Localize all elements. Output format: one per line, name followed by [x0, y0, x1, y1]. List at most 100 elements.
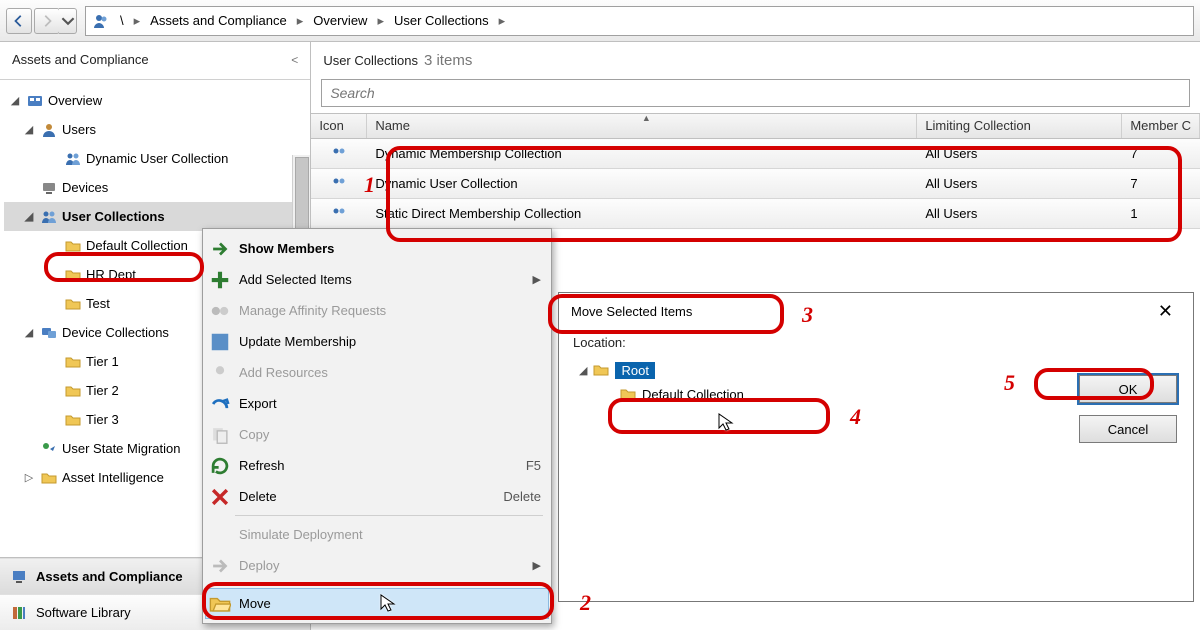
tree-users[interactable]: ◢Users — [4, 115, 310, 144]
nav-label: Software Library — [36, 605, 131, 620]
plus-icon — [209, 269, 231, 291]
sort-asc-icon: ▲ — [642, 114, 651, 123]
col-member[interactable]: Member C — [1122, 114, 1200, 138]
cell-member: 1 — [1122, 206, 1200, 221]
cell-limit: All Users — [917, 206, 1122, 221]
export-icon — [209, 393, 231, 415]
cursor-icon — [379, 593, 399, 613]
ctx-simulate[interactable]: Simulate Deployment — [205, 519, 549, 550]
col-name[interactable]: Name▲ — [367, 114, 917, 138]
close-button[interactable]: ✕ — [1150, 299, 1181, 324]
delete-icon — [209, 486, 231, 508]
copy-icon — [209, 424, 231, 446]
ctx-deploy[interactable]: Deploy▶ — [205, 550, 549, 581]
toolbar: \ ▸ Assets and Compliance ▸ Overview ▸ U… — [0, 0, 1200, 42]
col-limit[interactable]: Limiting Collection — [917, 114, 1122, 138]
ctx-move[interactable]: Move — [205, 588, 549, 619]
device-icon — [40, 179, 58, 197]
col-icon[interactable]: Icon — [311, 114, 367, 138]
search-box — [321, 79, 1190, 107]
annotation-number: 3 — [802, 302, 813, 328]
annotation-number: 4 — [850, 404, 861, 430]
folder-icon — [64, 353, 82, 371]
ctx-refresh[interactable]: RefreshF5 — [205, 450, 549, 481]
folder-icon — [64, 411, 82, 429]
shortcut-key: F5 — [526, 458, 541, 473]
tree-item-label: Default Collection — [642, 387, 744, 402]
ctx-update-membership[interactable]: Update Membership — [205, 326, 549, 357]
devices-icon — [40, 324, 58, 342]
users-icon — [64, 150, 82, 168]
folder-icon — [64, 266, 82, 284]
grid-header: Icon Name▲ Limiting Collection Member C — [311, 113, 1200, 139]
folder-icon — [64, 237, 82, 255]
table-row[interactable]: Dynamic Membership Collection All Users … — [311, 139, 1200, 169]
chevron-right-icon: ▸ — [499, 13, 506, 29]
table-row[interactable]: Dynamic User Collection All Users 7 — [311, 169, 1200, 199]
cancel-button[interactable]: Cancel — [1079, 415, 1177, 443]
content-title-text: User Collections — [323, 53, 418, 68]
ctx-add-resources[interactable]: Add Resources — [205, 357, 549, 388]
tree-devices[interactable]: Devices — [4, 173, 310, 202]
cell-name: Static Direct Membership Collection — [367, 206, 917, 221]
user-icon — [40, 121, 58, 139]
ok-button[interactable]: OK — [1079, 375, 1177, 403]
breadcrumb[interactable]: \ ▸ Assets and Compliance ▸ Overview ▸ U… — [85, 6, 1194, 36]
submenu-arrow-icon: ▶ — [533, 273, 541, 286]
affinity-icon — [209, 300, 231, 322]
separator — [235, 584, 543, 585]
nav-label: Assets and Compliance — [36, 569, 183, 584]
users-icon — [330, 175, 348, 193]
back-button[interactable] — [6, 8, 32, 34]
folder-icon — [619, 385, 637, 403]
update-icon — [209, 331, 231, 353]
ctx-delete[interactable]: DeleteDelete — [205, 481, 549, 512]
deploy-icon — [209, 555, 231, 577]
forward-button[interactable] — [34, 8, 60, 34]
breadcrumb-item[interactable]: Overview — [307, 9, 373, 32]
table-row[interactable]: Static Direct Membership Collection All … — [311, 199, 1200, 229]
dialog-title: Move Selected Items — [571, 304, 692, 319]
users-icon — [330, 205, 348, 223]
move-dialog: Move Selected Items ✕ Location: ◢ Root D… — [558, 292, 1194, 602]
chevron-right-icon: ▸ — [297, 13, 304, 29]
users-icon — [40, 208, 58, 226]
chevron-right-icon: ▸ — [134, 13, 141, 29]
location-label: Location: — [573, 335, 1179, 350]
submenu-arrow-icon: ▶ — [533, 559, 541, 572]
cell-member: 7 — [1122, 146, 1200, 161]
collapse-icon[interactable]: < — [291, 53, 298, 67]
ctx-affinity[interactable]: Manage Affinity Requests — [205, 295, 549, 326]
users-icon — [92, 12, 110, 30]
panel-title: Assets and Compliance < — [0, 42, 310, 80]
grid-body: Dynamic Membership Collection All Users … — [311, 139, 1200, 229]
context-menu: Show Members Add Selected Items▶ Manage … — [202, 228, 552, 624]
folder-icon — [64, 295, 82, 313]
search-input[interactable] — [321, 79, 1190, 107]
folder-icon — [40, 469, 58, 487]
ctx-add-selected[interactable]: Add Selected Items▶ — [205, 264, 549, 295]
content-title: User Collections 3 items — [311, 42, 1200, 75]
tree-dynamic-user-collection[interactable]: Dynamic User Collection — [4, 144, 310, 173]
cell-name: Dynamic Membership Collection — [367, 146, 917, 161]
annotation-number: 5 — [1004, 370, 1015, 396]
panel-title-text: Assets and Compliance — [12, 52, 149, 67]
ctx-show-members[interactable]: Show Members — [205, 233, 549, 264]
cell-limit: All Users — [917, 176, 1122, 191]
breadcrumb-item[interactable]: Assets and Compliance — [144, 9, 293, 32]
library-icon — [10, 604, 28, 622]
migration-icon — [40, 440, 58, 458]
breadcrumb-root[interactable]: \ — [114, 9, 130, 32]
breadcrumb-item[interactable]: User Collections — [388, 9, 495, 32]
history-dropdown[interactable] — [59, 8, 77, 34]
tree-overview[interactable]: ◢Overview — [4, 86, 310, 115]
dialog-titlebar: Move Selected Items ✕ — [559, 293, 1193, 329]
tree-user-collections[interactable]: ◢User Collections — [4, 202, 310, 231]
folder-icon — [64, 382, 82, 400]
annotation-number: 2 — [580, 590, 591, 616]
ctx-export[interactable]: Export — [205, 388, 549, 419]
ctx-copy[interactable]: Copy — [205, 419, 549, 450]
folder-open-icon — [209, 593, 231, 615]
cursor-icon — [717, 412, 737, 432]
cell-limit: All Users — [917, 146, 1122, 161]
